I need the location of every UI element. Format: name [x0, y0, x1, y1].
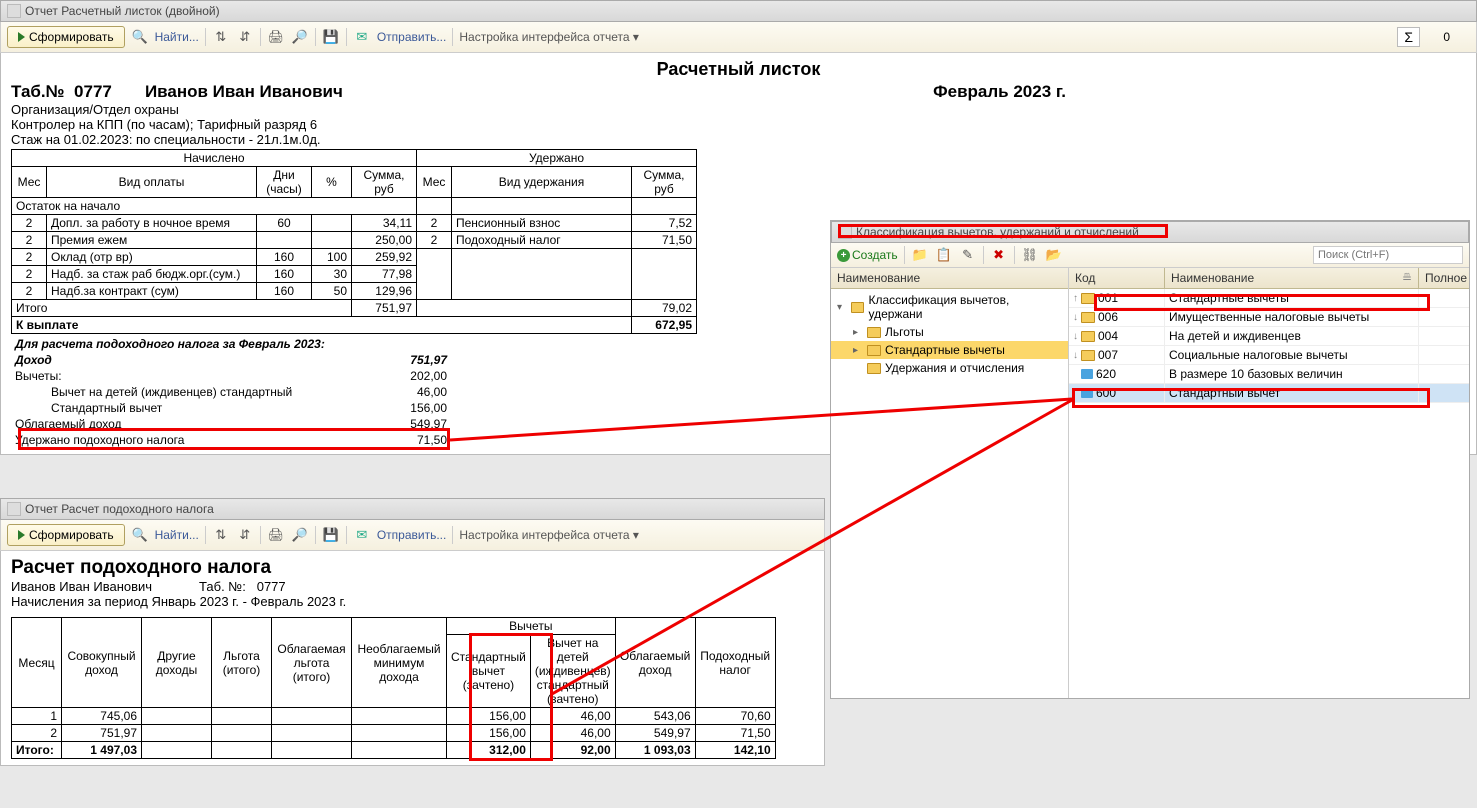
window2-title-bar: Отчет Расчет подоходного налога [0, 498, 825, 520]
window1-title-bar: Отчет Расчетный листок (двойной) [0, 0, 1477, 22]
list-item[interactable]: ↓007Социальные налоговые вычеты [1069, 346, 1469, 365]
list-item[interactable]: ↓004На детей и иждивенцев [1069, 327, 1469, 346]
toolbar3: Создать 📁 📋 ✎ ✖ ⛓ 📂 [831, 243, 1469, 268]
window2-title: Отчет Расчет подоходного налога [25, 502, 214, 516]
list-item[interactable]: ↓006Имущественные налоговые вычеты [1069, 308, 1469, 327]
window1-title: Отчет Расчетный листок (двойной) [25, 4, 220, 18]
col-full[interactable]: Полное [1419, 268, 1469, 289]
copy-icon[interactable]: 📋 [935, 246, 953, 264]
col-name[interactable]: Наименование [831, 268, 1068, 289]
create-button[interactable]: Создать [837, 248, 898, 262]
col-name2[interactable]: Наименование ≞ [1165, 268, 1419, 289]
window3-title-bar: Классификация вычетов, удержаний и отчис… [831, 221, 1469, 243]
form-button[interactable]: Сформировать [7, 26, 125, 48]
search-input[interactable] [1313, 246, 1463, 264]
find-link[interactable]: Найти... [155, 30, 199, 44]
doc-icon [7, 4, 21, 18]
move-icon[interactable]: 📂 [1045, 246, 1063, 264]
folder-new-icon[interactable]: 📁 [911, 246, 929, 264]
list-item[interactable]: ↓620В размере 10 базовых величин [1069, 365, 1469, 384]
collapse-icon[interactable]: ⇵ [236, 28, 254, 46]
save-icon[interactable]: 💾 [322, 28, 340, 46]
report1-title: Расчетный листок [11, 59, 1466, 80]
payroll-table: НачисленоУдержано МесВид оплаты Дни (час… [11, 149, 697, 334]
delete-icon[interactable]: ✖ [990, 246, 1008, 264]
table-row: 1745,06156,0046,00543,0670,60 [12, 708, 776, 725]
tree-item-selected[interactable]: ▸Стандартные вычеты [831, 341, 1068, 359]
search-icon[interactable]: 🔍 [131, 526, 149, 544]
tree-root[interactable]: ▾Классификация вычетов, удержани [831, 291, 1068, 323]
classifier-window: Классификация вычетов, удержаний и отчис… [830, 220, 1470, 699]
toolbar2: Сформировать 🔍 Найти... ⇅⇵ 🖨🔎 💾 ✉ Отправ… [0, 520, 825, 551]
table-row: Итого:1 497,03312,0092,001 093,03142,10 [12, 742, 776, 759]
list-item[interactable]: ↑001Стандартные вычеты [1069, 289, 1469, 308]
doc-icon [838, 225, 852, 239]
tree-item[interactable]: ▸Льготы [831, 323, 1068, 341]
preview-icon[interactable]: 🔎 [291, 28, 309, 46]
tree-item[interactable]: Удержания и отчисления [831, 359, 1068, 377]
expand-icon[interactable]: ⇅ [212, 28, 230, 46]
list-item-selected[interactable]: ↓600Стандартный вычет [1069, 384, 1469, 403]
print-icon[interactable]: 🖨 [267, 28, 285, 46]
send-link[interactable]: Отправить... [377, 30, 447, 44]
toolbar1: Сформировать 🔍 Найти... ⇅ ⇵ 🖨 🔎 💾 ✉ Отпр… [0, 22, 1477, 53]
cfg-link[interactable]: Настройка интерфейса отчета ▾ [459, 30, 639, 44]
mail-icon[interactable]: ✉ [353, 28, 371, 46]
window3-title: Классификация вычетов, удержаний и отчис… [856, 225, 1139, 239]
table-row: 2751,97156,0046,00549,9771,50 [12, 725, 776, 742]
find-link2[interactable]: Найти... [155, 528, 199, 542]
sigma-icon[interactable]: Σ [1397, 27, 1420, 47]
doc-icon [7, 502, 21, 516]
sigma-value: 0 [1430, 30, 1470, 44]
col-code[interactable]: Код [1069, 268, 1165, 289]
form-button2[interactable]: Сформировать [7, 524, 125, 546]
hierarchy-icon[interactable]: ⛓ [1021, 246, 1039, 264]
tax-table: Месяц Совокупный доход Другие доходы Льг… [11, 617, 776, 759]
edit-icon[interactable]: ✎ [959, 246, 977, 264]
search-icon[interactable]: 🔍 [131, 28, 149, 46]
report2: Расчет подоходного налога Иванов Иван Ив… [1, 551, 824, 765]
